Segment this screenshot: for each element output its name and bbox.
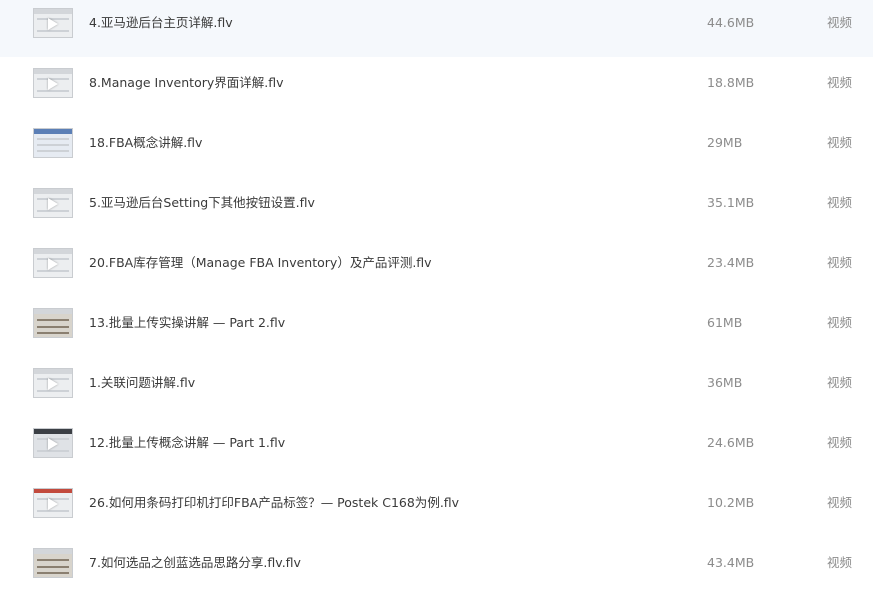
video-thumbnail-icon[interactable] bbox=[33, 248, 73, 278]
file-type: 视频 bbox=[827, 195, 853, 210]
file-type: 视频 bbox=[827, 495, 853, 510]
video-thumbnail-icon[interactable] bbox=[33, 188, 73, 218]
file-type: 视频 bbox=[827, 435, 853, 450]
file-row[interactable]: 20.FBA库存管理（Manage FBA Inventory）及产品评测.fl… bbox=[0, 237, 873, 297]
video-thumbnail-icon[interactable] bbox=[33, 308, 73, 338]
file-row[interactable]: 1.关联问题讲解.flv 36MB 视频 bbox=[0, 357, 873, 417]
file-name[interactable]: 8.Manage Inventory界面详解.flv bbox=[89, 74, 284, 92]
file-row[interactable]: 4.亚马逊后台主页详解.flv 44.6MB 视频 bbox=[0, 0, 873, 57]
video-thumbnail-icon[interactable] bbox=[33, 8, 73, 38]
file-size: 44.6MB bbox=[707, 15, 755, 30]
video-thumbnail-icon[interactable] bbox=[33, 488, 73, 518]
video-thumbnail-icon[interactable] bbox=[33, 368, 73, 398]
file-type: 视频 bbox=[827, 555, 853, 570]
file-size: 61MB bbox=[707, 315, 743, 330]
file-name[interactable]: 26.如何用条码打印机打印FBA产品标签？— Postek C168为例.flv bbox=[89, 494, 459, 512]
video-thumbnail-icon[interactable] bbox=[33, 128, 73, 158]
file-size: 10.2MB bbox=[707, 495, 755, 510]
file-row[interactable]: 26.如何用条码打印机打印FBA产品标签？— Postek C168为例.flv… bbox=[0, 477, 873, 537]
file-type: 视频 bbox=[827, 75, 853, 90]
video-thumbnail-icon[interactable] bbox=[33, 68, 73, 98]
file-row[interactable]: 13.批量上传实操讲解 — Part 2.flv 61MB 视频 bbox=[0, 297, 873, 357]
file-name[interactable]: 13.批量上传实操讲解 — Part 2.flv bbox=[89, 314, 285, 332]
file-type: 视频 bbox=[827, 375, 853, 390]
file-name[interactable]: 1.关联问题讲解.flv bbox=[89, 374, 195, 392]
file-row[interactable]: 18.FBA概念讲解.flv 29MB 视频 bbox=[0, 117, 873, 177]
file-name[interactable]: 20.FBA库存管理（Manage FBA Inventory）及产品评测.fl… bbox=[89, 254, 432, 272]
video-thumbnail-icon[interactable] bbox=[33, 428, 73, 458]
file-size: 36MB bbox=[707, 375, 743, 390]
video-thumbnail-icon[interactable] bbox=[33, 548, 73, 578]
file-type: 视频 bbox=[827, 135, 853, 150]
file-row[interactable]: 7.如何选品之创蓝选品思路分享.flv.flv 43.4MB 视频 bbox=[0, 537, 873, 595]
file-name[interactable]: 5.亚马逊后台Setting下其他按钮设置.flv bbox=[89, 194, 315, 212]
file-size: 18.8MB bbox=[707, 75, 755, 90]
file-size: 24.6MB bbox=[707, 435, 755, 450]
file-size: 29MB bbox=[707, 135, 743, 150]
file-type: 视频 bbox=[827, 255, 853, 270]
file-row[interactable]: 5.亚马逊后台Setting下其他按钮设置.flv 35.1MB 视频 bbox=[0, 177, 873, 237]
file-size: 43.4MB bbox=[707, 555, 755, 570]
file-name[interactable]: 7.如何选品之创蓝选品思路分享.flv.flv bbox=[89, 554, 301, 572]
file-row[interactable]: 12.批量上传概念讲解 — Part 1.flv 24.6MB 视频 bbox=[0, 417, 873, 477]
file-type: 视频 bbox=[827, 315, 853, 330]
file-name[interactable]: 18.FBA概念讲解.flv bbox=[89, 134, 202, 152]
file-size: 23.4MB bbox=[707, 255, 755, 270]
file-list: 4.亚马逊后台主页详解.flv 44.6MB 视频 8.Manage Inven… bbox=[0, 0, 873, 595]
file-type: 视频 bbox=[827, 15, 853, 30]
file-name[interactable]: 4.亚马逊后台主页详解.flv bbox=[89, 14, 233, 32]
file-name[interactable]: 12.批量上传概念讲解 — Part 1.flv bbox=[89, 434, 285, 452]
file-row[interactable]: 8.Manage Inventory界面详解.flv 18.8MB 视频 bbox=[0, 57, 873, 117]
file-size: 35.1MB bbox=[707, 195, 755, 210]
